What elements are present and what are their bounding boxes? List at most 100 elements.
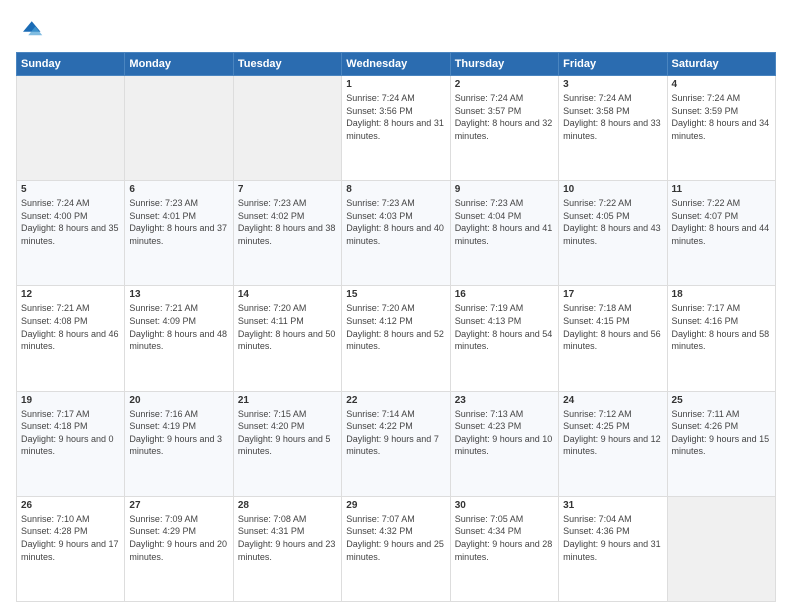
day-info: Sunrise: 7:17 AM Sunset: 4:18 PM Dayligh…	[21, 408, 120, 458]
day-info: Sunrise: 7:18 AM Sunset: 4:15 PM Dayligh…	[563, 302, 662, 352]
day-number: 6	[129, 184, 228, 195]
day-number: 3	[563, 79, 662, 90]
day-cell: 23 Sunrise: 7:13 AM Sunset: 4:23 PM Dayli…	[450, 391, 558, 496]
day-number: 23	[455, 395, 554, 406]
day-number: 9	[455, 184, 554, 195]
day-cell: 10 Sunrise: 7:22 AM Sunset: 4:05 PM Dayli…	[559, 181, 667, 286]
day-number: 5	[21, 184, 120, 195]
day-number: 22	[346, 395, 445, 406]
day-cell: 25 Sunrise: 7:11 AM Sunset: 4:26 PM Dayli…	[667, 391, 775, 496]
day-cell: 5Sunrise: 7:24 AM Sunset: 4:00 PM Daylig…	[17, 181, 125, 286]
day-header-friday: Friday	[559, 53, 667, 76]
day-info: Sunrise: 7:23 AM Sunset: 4:04 PM Dayligh…	[455, 197, 554, 247]
day-info: Sunrise: 7:24 AM Sunset: 3:58 PM Dayligh…	[563, 92, 662, 142]
calendar-table: SundayMondayTuesdayWednesdayThursdayFrid…	[16, 52, 776, 602]
page: SundayMondayTuesdayWednesdayThursdayFrid…	[0, 0, 792, 612]
day-cell: 6 Sunrise: 7:23 AM Sunset: 4:01 PM Daylig…	[125, 181, 233, 286]
day-cell: 12Sunrise: 7:21 AM Sunset: 4:08 PM Dayli…	[17, 286, 125, 391]
day-info: Sunrise: 7:19 AM Sunset: 4:13 PM Dayligh…	[455, 302, 554, 352]
day-info: Sunrise: 7:11 AM Sunset: 4:26 PM Dayligh…	[672, 408, 771, 458]
day-cell: 9 Sunrise: 7:23 AM Sunset: 4:04 PM Daylig…	[450, 181, 558, 286]
day-cell: 27Sunrise: 7:09 AM Sunset: 4:29 PM Dayli…	[125, 496, 233, 601]
day-number: 18	[672, 289, 771, 300]
day-info: Sunrise: 7:22 AM Sunset: 4:07 PM Dayligh…	[672, 197, 771, 247]
day-number: 12	[21, 289, 120, 300]
week-row-3: 19 Sunrise: 7:17 AM Sunset: 4:18 PM Dayli…	[17, 391, 776, 496]
day-cell	[17, 76, 125, 181]
day-number: 10	[563, 184, 662, 195]
day-cell: 18 Sunrise: 7:17 AM Sunset: 4:16 PM Dayli…	[667, 286, 775, 391]
day-cell: 16Sunrise: 7:19 AM Sunset: 4:13 PM Dayli…	[450, 286, 558, 391]
day-info: Sunrise: 7:14 AM Sunset: 4:22 PM Dayligh…	[346, 408, 445, 458]
header-row: SundayMondayTuesdayWednesdayThursdayFrid…	[17, 53, 776, 76]
day-number: 21	[238, 395, 337, 406]
day-info: Sunrise: 7:23 AM Sunset: 4:03 PM Dayligh…	[346, 197, 445, 247]
day-info: Sunrise: 7:22 AM Sunset: 4:05 PM Dayligh…	[563, 197, 662, 247]
day-cell: 11 Sunrise: 7:22 AM Sunset: 4:07 PM Dayli…	[667, 181, 775, 286]
week-row-1: 5Sunrise: 7:24 AM Sunset: 4:00 PM Daylig…	[17, 181, 776, 286]
day-cell: 1 Sunrise: 7:24 AM Sunset: 3:56 PM Daylig…	[342, 76, 450, 181]
day-info: Sunrise: 7:07 AM Sunset: 4:32 PM Dayligh…	[346, 513, 445, 563]
day-number: 25	[672, 395, 771, 406]
day-cell: 15 Sunrise: 7:20 AM Sunset: 4:12 PM Dayli…	[342, 286, 450, 391]
day-cell: 17 Sunrise: 7:18 AM Sunset: 4:15 PM Dayli…	[559, 286, 667, 391]
day-header-thursday: Thursday	[450, 53, 558, 76]
day-info: Sunrise: 7:13 AM Sunset: 4:23 PM Dayligh…	[455, 408, 554, 458]
day-cell	[233, 76, 341, 181]
day-cell: 14 Sunrise: 7:20 AM Sunset: 4:11 PM Dayli…	[233, 286, 341, 391]
day-number: 29	[346, 500, 445, 511]
header	[16, 16, 776, 44]
day-info: Sunrise: 7:17 AM Sunset: 4:16 PM Dayligh…	[672, 302, 771, 352]
day-info: Sunrise: 7:20 AM Sunset: 4:11 PM Dayligh…	[238, 302, 337, 352]
day-number: 19	[21, 395, 120, 406]
week-row-0: 1 Sunrise: 7:24 AM Sunset: 3:56 PM Daylig…	[17, 76, 776, 181]
day-cell: 28 Sunrise: 7:08 AM Sunset: 4:31 PM Dayli…	[233, 496, 341, 601]
day-cell: 20 Sunrise: 7:16 AM Sunset: 4:19 PM Dayli…	[125, 391, 233, 496]
day-cell	[125, 76, 233, 181]
day-info: Sunrise: 7:09 AM Sunset: 4:29 PM Dayligh…	[129, 513, 228, 563]
week-row-4: 26 Sunrise: 7:10 AM Sunset: 4:28 PM Dayli…	[17, 496, 776, 601]
day-info: Sunrise: 7:10 AM Sunset: 4:28 PM Dayligh…	[21, 513, 120, 563]
calendar-header: SundayMondayTuesdayWednesdayThursdayFrid…	[17, 53, 776, 76]
day-cell: 29 Sunrise: 7:07 AM Sunset: 4:32 PM Dayli…	[342, 496, 450, 601]
day-number: 11	[672, 184, 771, 195]
day-header-saturday: Saturday	[667, 53, 775, 76]
calendar-body: 1 Sunrise: 7:24 AM Sunset: 3:56 PM Daylig…	[17, 76, 776, 602]
day-cell: 19 Sunrise: 7:17 AM Sunset: 4:18 PM Dayli…	[17, 391, 125, 496]
day-info: Sunrise: 7:24 AM Sunset: 3:56 PM Dayligh…	[346, 92, 445, 142]
day-info: Sunrise: 7:23 AM Sunset: 4:02 PM Dayligh…	[238, 197, 337, 247]
day-cell: 4Sunrise: 7:24 AM Sunset: 3:59 PM Daylig…	[667, 76, 775, 181]
day-number: 26	[21, 500, 120, 511]
day-cell: 8Sunrise: 7:23 AM Sunset: 4:03 PM Daylig…	[342, 181, 450, 286]
day-number: 20	[129, 395, 228, 406]
day-number: 24	[563, 395, 662, 406]
day-info: Sunrise: 7:20 AM Sunset: 4:12 PM Dayligh…	[346, 302, 445, 352]
logo-icon	[16, 16, 44, 44]
day-info: Sunrise: 7:16 AM Sunset: 4:19 PM Dayligh…	[129, 408, 228, 458]
day-number: 1	[346, 79, 445, 90]
day-header-wednesday: Wednesday	[342, 53, 450, 76]
day-info: Sunrise: 7:23 AM Sunset: 4:01 PM Dayligh…	[129, 197, 228, 247]
day-info: Sunrise: 7:15 AM Sunset: 4:20 PM Dayligh…	[238, 408, 337, 458]
day-info: Sunrise: 7:05 AM Sunset: 4:34 PM Dayligh…	[455, 513, 554, 563]
week-row-2: 12Sunrise: 7:21 AM Sunset: 4:08 PM Dayli…	[17, 286, 776, 391]
day-number: 7	[238, 184, 337, 195]
day-info: Sunrise: 7:24 AM Sunset: 3:57 PM Dayligh…	[455, 92, 554, 142]
day-number: 14	[238, 289, 337, 300]
day-number: 2	[455, 79, 554, 90]
day-header-sunday: Sunday	[17, 53, 125, 76]
day-number: 31	[563, 500, 662, 511]
day-cell: 3 Sunrise: 7:24 AM Sunset: 3:58 PM Daylig…	[559, 76, 667, 181]
day-number: 15	[346, 289, 445, 300]
day-info: Sunrise: 7:08 AM Sunset: 4:31 PM Dayligh…	[238, 513, 337, 563]
day-header-monday: Monday	[125, 53, 233, 76]
day-number: 17	[563, 289, 662, 300]
day-number: 28	[238, 500, 337, 511]
day-number: 13	[129, 289, 228, 300]
day-cell: 2 Sunrise: 7:24 AM Sunset: 3:57 PM Daylig…	[450, 76, 558, 181]
day-header-tuesday: Tuesday	[233, 53, 341, 76]
day-info: Sunrise: 7:12 AM Sunset: 4:25 PM Dayligh…	[563, 408, 662, 458]
day-cell: 30Sunrise: 7:05 AM Sunset: 4:34 PM Dayli…	[450, 496, 558, 601]
day-number: 4	[672, 79, 771, 90]
day-info: Sunrise: 7:21 AM Sunset: 4:09 PM Dayligh…	[129, 302, 228, 352]
